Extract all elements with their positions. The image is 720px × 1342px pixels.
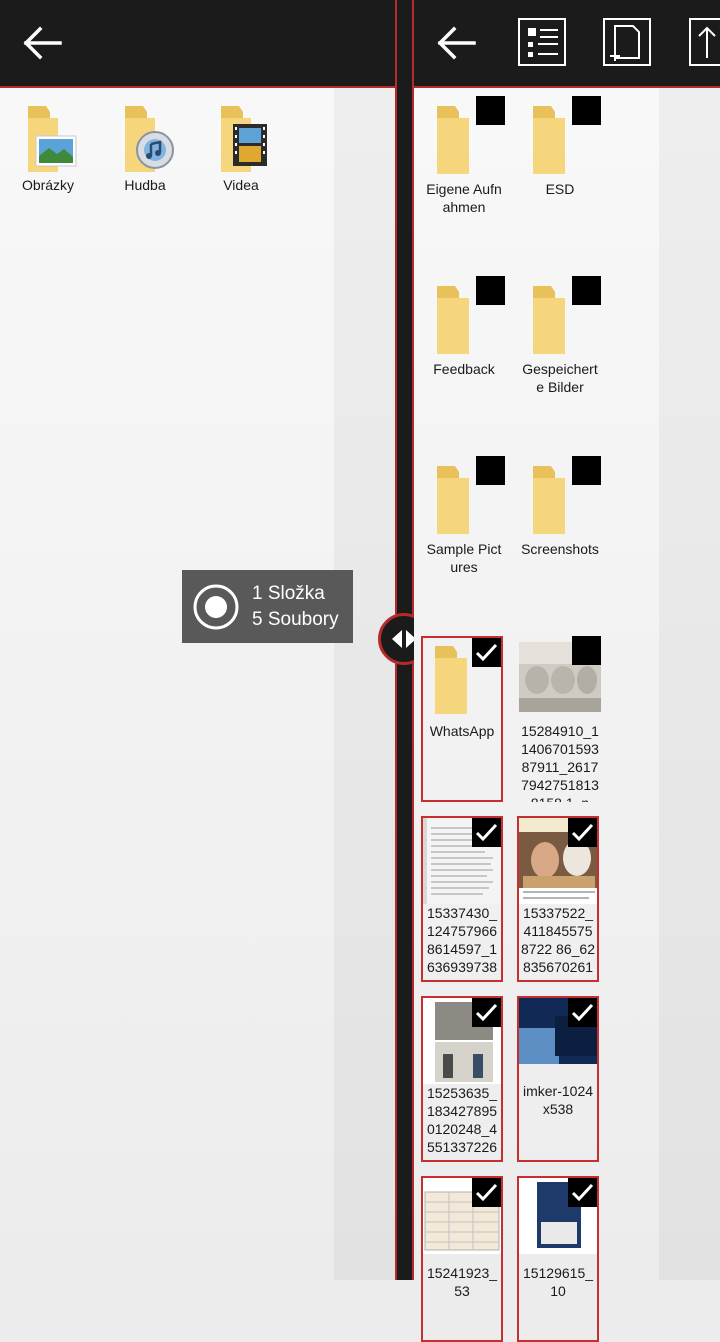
checkmark-icon[interactable] <box>472 638 501 667</box>
item-label: ESD <box>545 181 575 197</box>
folder-videos[interactable]: Videa <box>205 100 277 194</box>
file-tile-selected[interactable]: imker-1024x538 <box>517 996 599 1162</box>
item-label: Screenshots <box>521 541 599 557</box>
folder-tile[interactable]: Eigene Aufnahmen <box>423 96 505 262</box>
new-document-icon <box>610 25 640 61</box>
item-label: Eigene Aufnahmen <box>426 181 502 215</box>
videos-icon <box>221 106 267 172</box>
new-item-button[interactable] <box>603 18 651 66</box>
back-arrow-icon <box>23 26 62 60</box>
item-label: Gespeicherte Bilder <box>522 361 598 395</box>
item-label: 15337522_4118455758722 86_62835670261848… <box>521 905 595 980</box>
file-tile-selected[interactable]: 15337430_1247579668614597_16369397389564… <box>421 816 503 982</box>
record-icon <box>193 584 239 630</box>
folder-tile[interactable]: Feedback <box>423 276 505 442</box>
pictures-icon <box>28 106 77 172</box>
folder-music[interactable]: Hudba <box>109 100 181 194</box>
status-folders: 1 Složka <box>252 583 325 604</box>
item-label: 15253635_1834278950120248_45513372262084… <box>425 1085 499 1160</box>
checkmark-icon[interactable] <box>472 818 501 847</box>
item-label: Feedback <box>433 361 495 377</box>
right-topbar <box>414 0 720 88</box>
file-tile-selected[interactable]: 15337522_4118455758722 86_62835670261848… <box>517 816 599 982</box>
back-arrow-icon <box>437 26 476 60</box>
selection-status: 1 Složka 5 Soubory <box>182 570 353 643</box>
file-tile-selected[interactable]: 15253635_1834278950120248_45513372262084… <box>421 996 503 1162</box>
folder-tile[interactable]: Sample Pictures <box>423 456 505 622</box>
item-label: imker-1024x538 <box>522 1083 594 1117</box>
music-icon <box>125 106 174 172</box>
item-label: 15284910_1140670159387911_26177942751813… <box>521 723 599 802</box>
folder-tile[interactable]: Screenshots <box>519 456 601 622</box>
select-checkbox[interactable] <box>572 276 601 305</box>
folder-tile[interactable]: Gespeicherte Bilder <box>519 276 601 442</box>
item-label: WhatsApp <box>429 723 495 739</box>
select-checkbox[interactable] <box>476 96 505 125</box>
checkmark-icon[interactable] <box>472 1178 501 1207</box>
right-scroll-strip[interactable] <box>659 87 720 1280</box>
select-checkbox[interactable] <box>572 456 601 485</box>
status-files: 5 Soubory <box>252 609 339 630</box>
checkmark-icon[interactable] <box>568 1178 597 1207</box>
item-label: 15241923_53 <box>426 1265 498 1299</box>
list-icon <box>528 28 558 57</box>
select-checkbox[interactable] <box>572 96 601 125</box>
up-arrow-icon <box>698 26 716 58</box>
folder-tile-selected[interactable]: WhatsApp <box>421 636 503 802</box>
sort-button[interactable] <box>689 18 720 66</box>
item-label: Obrázky <box>21 177 75 193</box>
select-checkbox[interactable] <box>476 276 505 305</box>
select-checkbox[interactable] <box>572 636 601 665</box>
folder-pictures[interactable]: Obrázky <box>12 100 84 194</box>
left-topbar <box>0 0 395 88</box>
item-label: Sample Pictures <box>426 541 502 575</box>
select-checkbox[interactable] <box>476 456 505 485</box>
file-tile-selected[interactable]: 15241923_53 <box>421 1176 503 1342</box>
item-label: Hudba <box>124 177 166 193</box>
folder-tile[interactable]: ESD <box>519 96 601 262</box>
item-label: Videa <box>223 177 259 193</box>
item-label: 15129615_10 <box>522 1265 594 1299</box>
checkmark-icon[interactable] <box>472 998 501 1027</box>
left-back-button[interactable] <box>20 22 64 66</box>
checkmark-icon[interactable] <box>568 818 597 847</box>
right-back-button[interactable] <box>434 22 478 66</box>
file-tile[interactable]: 15284910_1140670159387911_26177942751813… <box>519 636 601 802</box>
file-tile-selected[interactable]: 15129615_10 <box>517 1176 599 1342</box>
item-label: 15337430_1247579668614597_16369397389564… <box>425 905 499 980</box>
left-scroll-strip[interactable] <box>334 87 395 1280</box>
list-view-button[interactable] <box>518 18 566 66</box>
checkmark-icon[interactable] <box>568 998 597 1027</box>
